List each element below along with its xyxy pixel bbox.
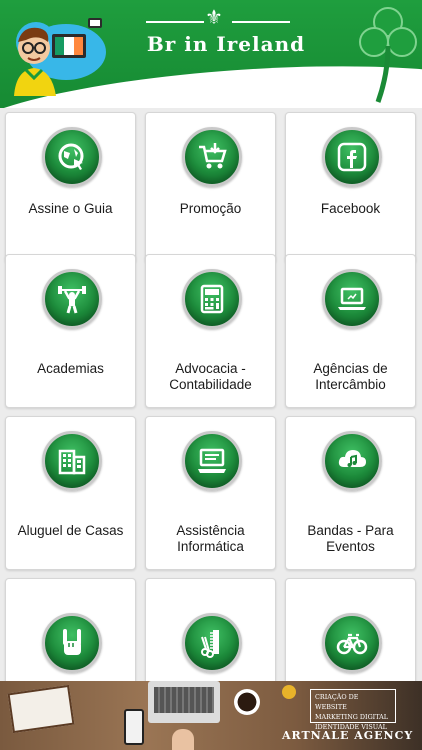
ad-agency-name: ARTNALE AGENCY (282, 729, 414, 742)
grid-item-assistencia[interactable]: Assistência Informática (145, 416, 276, 570)
grid-item-label: Promoção (179, 201, 242, 216)
grid-item-facebook[interactable]: Facebook (285, 112, 416, 264)
grid-item-label: Assistência Informática (176, 523, 245, 554)
ad-services-box: CRIAÇÃO DE WEBSITE MARKETING DIGITAL IDE… (310, 689, 396, 731)
shopping-cart-icon (182, 127, 242, 187)
hand-image (172, 729, 194, 750)
laptop-icon (322, 269, 382, 329)
phone-image (124, 709, 144, 745)
grid-item-label: Facebook (320, 201, 381, 216)
mascot-icon (14, 18, 106, 96)
facebook-icon (322, 127, 382, 187)
rock-hand-icon (42, 613, 102, 673)
calculator-icon (182, 269, 242, 329)
bicycle-icon (322, 613, 382, 673)
grid-item-promocao[interactable]: Promoção (145, 112, 276, 264)
grid-item-label: Agências de Intercâmbio (313, 361, 388, 392)
weightlifter-icon (42, 269, 102, 329)
coffee-cup-image (234, 689, 260, 715)
grid-item-agencias[interactable]: Agências de Intercâmbio (285, 254, 416, 408)
header-banner: ⚜ Br in Ireland (0, 0, 422, 108)
grid-item-label: Advocacia - Contabilidade (169, 361, 252, 392)
grid-item-label: Academias (37, 361, 104, 376)
cloud-music-icon (322, 431, 382, 491)
grid-item-advocacia[interactable]: Advocacia - Contabilidade (145, 254, 276, 408)
grid-item-label: Assine o Guia (28, 201, 113, 216)
grid-item-assine-guia[interactable]: Assine o Guia (5, 112, 136, 264)
grid-item-aluguel[interactable]: Aluguel de Casas (5, 416, 136, 570)
notebook-image (7, 684, 75, 734)
computer-icon (182, 431, 242, 491)
laptop-image (148, 681, 220, 723)
app-title: Br in Ireland (146, 32, 306, 56)
building-icon (42, 431, 102, 491)
flower-image (282, 685, 296, 699)
grid-item-academias[interactable]: Academias (5, 254, 136, 408)
comb-scissors-icon (182, 613, 242, 673)
shamrock-icon (359, 7, 417, 103)
ornament-line-left (146, 21, 204, 23)
globe-cursor-icon (42, 127, 102, 187)
ornament-line-right (232, 21, 290, 23)
grid-item-label: Aluguel de Casas (17, 523, 124, 538)
grid-item-bandas[interactable]: Bandas - Para Eventos (285, 416, 416, 570)
ad-banner[interactable]: CRIAÇÃO DE WEBSITE MARKETING DIGITAL IDE… (0, 681, 422, 750)
app-screen: ⚜ Br in Ireland Assine o Guia Promoção F… (0, 0, 422, 750)
grid-item-label: Bandas - Para Eventos (307, 523, 394, 554)
ad-line: MARKETING DIGITAL (315, 713, 388, 721)
ad-line: CRIAÇÃO DE WEBSITE (315, 693, 359, 711)
fleur-ornament-icon: ⚜ (205, 7, 223, 29)
